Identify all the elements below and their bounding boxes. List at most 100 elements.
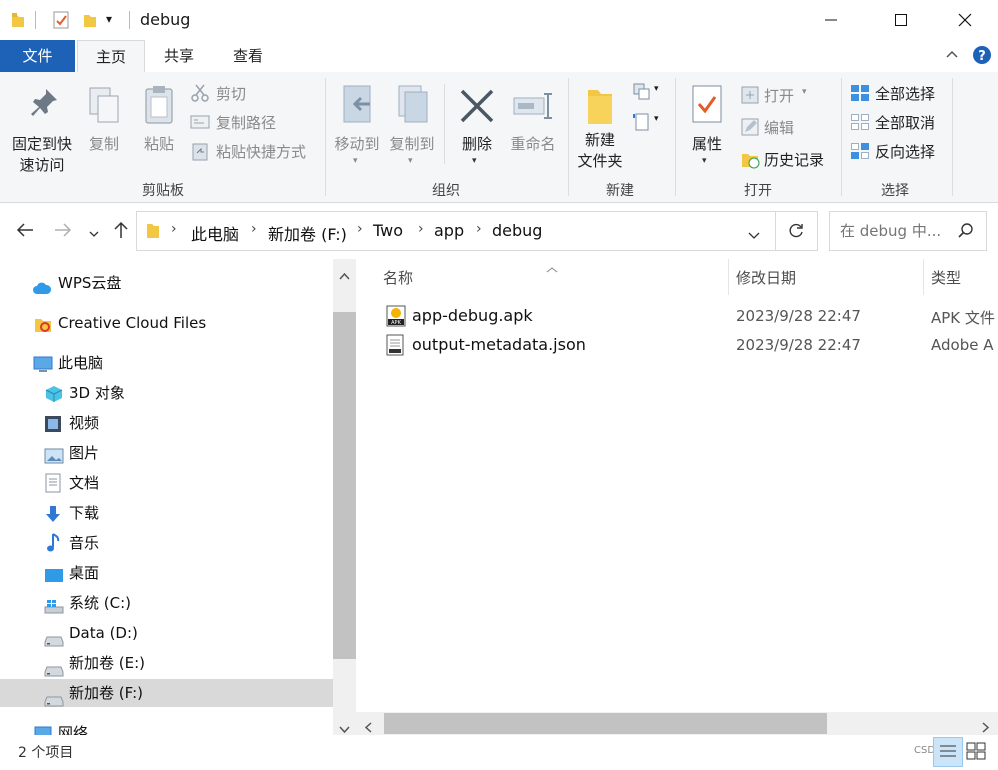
column-header-modified[interactable]: 修改日期 <box>736 267 796 288</box>
sort-ascending-icon <box>546 259 558 278</box>
folder-icon <box>10 11 26 33</box>
refresh-icon[interactable] <box>788 223 804 243</box>
search-icon[interactable] <box>958 223 974 243</box>
minimize-button[interactable] <box>808 0 854 40</box>
new-item-button[interactable]: ▾ <box>632 82 659 106</box>
column-header-type[interactable]: 类型 <box>931 267 961 288</box>
content-scroll-thumb[interactable] <box>384 713 827 734</box>
copy-to-icon <box>398 85 428 123</box>
nav-item-wps-cloud[interactable]: WPS云盘 <box>0 269 333 297</box>
chevron-right-icon[interactable]: › <box>418 221 424 237</box>
delete-label: 删除 <box>461 135 492 153</box>
nav-item-drive-c[interactable]: 系统 (C:) <box>0 589 333 617</box>
paste-button[interactable]: 粘贴 <box>136 78 182 178</box>
pin-to-quick-access-button[interactable]: 固定到快 速访问 <box>4 78 80 178</box>
paste-icon <box>145 86 173 124</box>
tab-view[interactable]: 查看 <box>216 40 280 72</box>
details-view-icon[interactable] <box>933 737 963 767</box>
ribbon-separator <box>952 78 953 196</box>
large-icons-view-icon[interactable] <box>965 741 987 765</box>
rename-label: 重命名 <box>510 135 556 153</box>
chevron-right-icon[interactable]: › <box>357 221 363 237</box>
breadcrumb-app[interactable]: app <box>434 221 464 240</box>
download-arrow-icon <box>45 504 61 532</box>
delete-button[interactable]: 删除 ▾ <box>452 78 502 178</box>
forward-arrow-icon[interactable] <box>54 222 72 242</box>
search-input[interactable] <box>838 220 956 242</box>
close-button[interactable] <box>942 0 988 40</box>
rename-button[interactable]: 重命名 <box>505 78 561 178</box>
nav-item-music[interactable]: 音乐 <box>0 529 333 557</box>
nav-item-videos[interactable]: 视频 <box>0 409 333 437</box>
ribbon-tab-bar: 文件 主页 共享 查看 ? <box>0 40 998 73</box>
copy-to-button[interactable]: 复制到 ▾ <box>385 78 439 178</box>
nav-item-desktop[interactable]: 桌面 <box>0 559 333 587</box>
help-icon[interactable]: ? <box>972 45 992 69</box>
nav-scroll-thumb[interactable] <box>333 312 356 659</box>
select-all-label: 全部选择 <box>875 85 936 103</box>
file-modified: 2023/9/28 22:47 <box>736 336 861 354</box>
select-group-label: 选择 <box>881 183 909 199</box>
properties-quick-icon[interactable] <box>52 10 70 34</box>
nav-item-this-pc[interactable]: 此电脑 <box>0 349 333 377</box>
address-history-dropdown-icon[interactable] <box>747 226 761 245</box>
chevron-right-icon[interactable]: › <box>251 221 257 237</box>
nav-item-label: 网络 <box>58 724 89 735</box>
copy-button[interactable]: 复制 <box>82 78 126 178</box>
json-file-icon <box>386 334 404 360</box>
select-none-icon <box>851 114 869 130</box>
nav-item-drive-d[interactable]: Data (D:) <box>0 619 333 647</box>
breadcrumb-drive-f[interactable]: 新加卷 (F:) <box>268 221 347 245</box>
chevron-right-icon[interactable]: › <box>171 221 177 237</box>
copy-path-icon <box>190 115 210 129</box>
search-box[interactable] <box>829 211 987 251</box>
nav-item-pictures[interactable]: 图片 <box>0 439 333 467</box>
new-folder-button[interactable]: 新建 文件夹 <box>572 78 628 178</box>
scroll-up-icon[interactable] <box>339 265 350 284</box>
address-bar[interactable]: › 此电脑 › 新加卷 (F:) › Two › app › debug <box>136 211 818 251</box>
file-row[interactable]: APK app-debug.apk 2023/9/28 22:47 APK 文件 <box>376 303 998 329</box>
chevron-right-icon[interactable]: › <box>476 221 482 237</box>
move-to-button[interactable]: 移动到 ▾ <box>330 78 384 178</box>
scissors-icon <box>191 84 209 102</box>
customize-quick-access-icon[interactable]: ▾ <box>106 12 112 26</box>
nav-item-documents[interactable]: 文档 <box>0 469 333 497</box>
copy-path-label: 复制路径 <box>216 114 277 132</box>
file-row[interactable]: output-metadata.json 2023/9/28 22:47 Ado… <box>376 332 998 358</box>
clipboard-group-label: 剪贴板 <box>142 183 184 199</box>
creative-cloud-icon <box>33 314 53 342</box>
ribbon-separator <box>568 78 569 196</box>
status-bar: 2 个项目 CSDN @ <box>0 735 998 767</box>
nav-item-drive-f[interactable]: 新加卷 (F:) <box>0 679 333 707</box>
tab-share[interactable]: 共享 <box>148 40 210 72</box>
properties-button[interactable]: 属性 ▾ <box>682 78 732 178</box>
item-count: 2 个项目 <box>18 745 74 761</box>
back-arrow-icon[interactable] <box>16 222 34 242</box>
drive-icon <box>44 688 64 716</box>
nav-item-3d-objects[interactable]: 3D 对象 <box>0 379 333 407</box>
properties-icon <box>692 85 722 123</box>
paste-shortcut-label: 粘贴快捷方式 <box>216 143 307 161</box>
breadcrumb-this-pc[interactable]: 此电脑 <box>191 221 239 245</box>
file-list: 名称 修改日期 类型 APK app-debug.apk 2023/9/28 2… <box>356 259 998 735</box>
nav-item-downloads[interactable]: 下载 <box>0 499 333 527</box>
tab-home[interactable]: 主页 <box>77 40 145 73</box>
nav-item-drive-e[interactable]: 新加卷 (E:) <box>0 649 333 677</box>
column-divider[interactable] <box>923 259 924 295</box>
column-header-name[interactable]: 名称 <box>383 267 413 288</box>
breadcrumb-debug[interactable]: debug <box>492 221 542 240</box>
up-arrow-icon[interactable] <box>113 221 129 243</box>
collapse-ribbon-icon[interactable] <box>944 46 960 66</box>
tab-file[interactable]: 文件 <box>0 40 75 72</box>
nav-item-network[interactable]: 网络 <box>0 719 333 735</box>
separator <box>129 11 130 29</box>
network-icon <box>33 724 53 735</box>
maximize-button[interactable] <box>878 0 924 40</box>
column-divider[interactable] <box>728 259 729 295</box>
nav-item-creative-cloud[interactable]: Creative Cloud Files <box>0 309 333 337</box>
breadcrumb-two[interactable]: Two <box>373 221 403 240</box>
new-folder-quick-icon[interactable] <box>82 11 98 33</box>
easy-access-button[interactable]: ▾ <box>632 112 659 136</box>
open-group-label: 打开 <box>744 183 772 199</box>
recent-locations-icon[interactable] <box>88 225 100 244</box>
